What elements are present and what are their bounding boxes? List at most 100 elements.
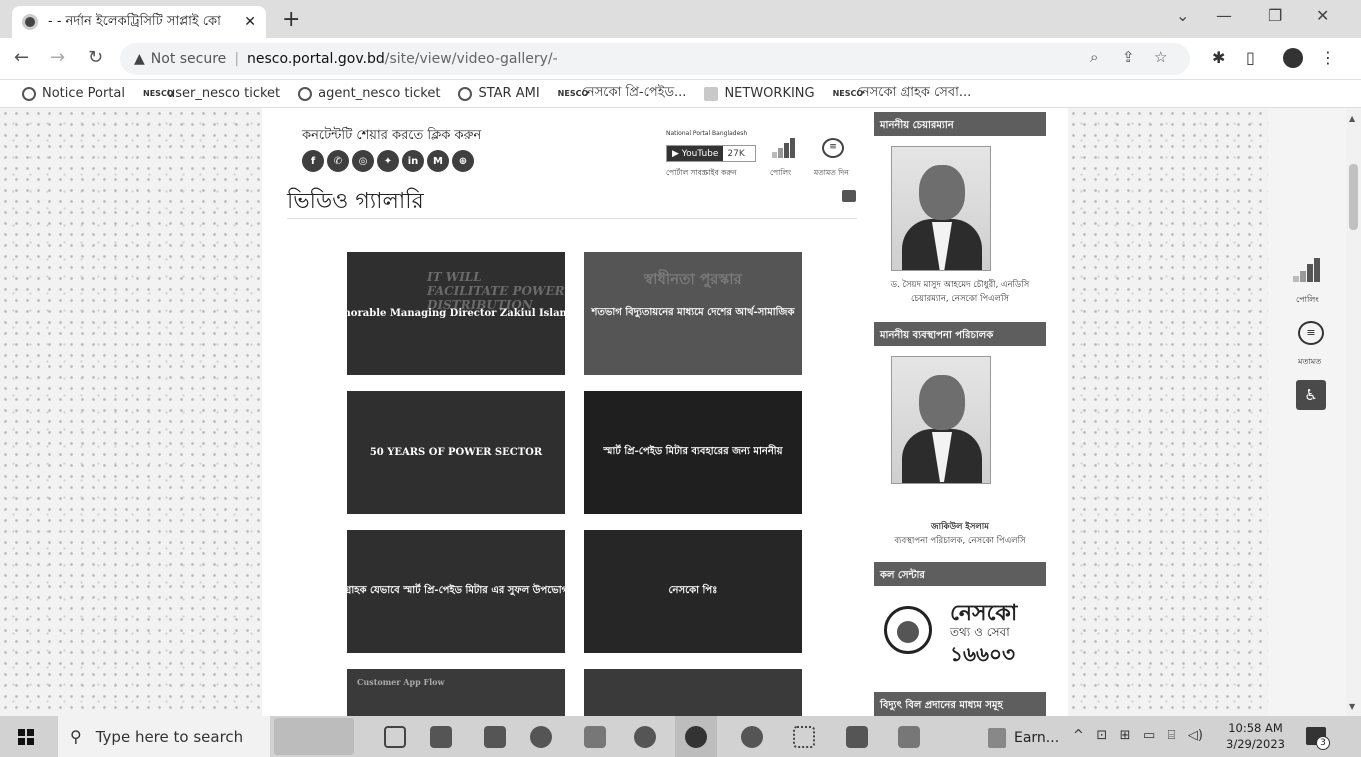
url-path: /site/view/video-gallery/- <box>384 51 558 67</box>
portal-subscribe-label[interactable]: পোর্টাল সাবস্ক্রাইব করুন <box>666 168 737 180</box>
taskbar-clock[interactable]: 10:58 AM 3/29/2023 <box>1226 720 1285 752</box>
close-window-icon[interactable]: ✕ <box>1316 6 1329 25</box>
video-thumbnail[interactable]: নেসকো পিঃ <box>584 530 802 653</box>
bookmark-star-ami[interactable]: STAR AMI <box>458 86 540 101</box>
notes-app-icon[interactable] <box>898 726 920 748</box>
restore-icon[interactable]: ❐ <box>1268 6 1282 25</box>
md-photo <box>891 356 991 484</box>
bookmark-user-nesco-ticket[interactable]: NESCO user_nesco ticket <box>143 86 280 101</box>
share-icon[interactable]: ⊕ <box>452 150 474 172</box>
facebook-icon[interactable]: f <box>302 150 324 172</box>
tab-strip: - - নর্দান ইলেকট্রিসিটি সাপ্লাই কো ✕ + ⌄… <box>0 0 1361 38</box>
chairman-heading: মাননীয় চেয়ারম্যান <box>874 112 1046 136</box>
scroll-up-arrow-icon[interactable]: ▲ <box>1349 114 1355 123</box>
tray-app-icon[interactable]: ⊡ <box>1096 728 1107 743</box>
bookmark-nesco-prepaid[interactable]: NESCO নেসকো প্রি-পেইড... <box>558 83 687 104</box>
chrome-browser-icon[interactable] <box>685 726 707 748</box>
video-thumbnail[interactable]: Customer App Flow <box>347 669 565 716</box>
feedback-label[interactable]: মতামত দিন <box>814 168 849 180</box>
side-panel-icon[interactable]: ▯ <box>1246 48 1255 67</box>
email-icon[interactable]: M <box>427 150 449 172</box>
messenger-icon[interactable]: ✆ <box>327 150 349 172</box>
bookmark-label: NETWORKING <box>724 86 815 101</box>
clock-time: 10:58 AM <box>1228 721 1283 735</box>
mail-icon[interactable] <box>484 726 506 748</box>
tab-search-chevron-icon[interactable]: ⌄ <box>1176 6 1189 25</box>
browser-tab-active[interactable]: - - নর্দান ইলেকট্রিসিটি সাপ্লাই কো ✕ <box>12 6 266 38</box>
video-thumbnail[interactable] <box>584 669 802 716</box>
bookmark-label: agent_nesco ticket <box>318 86 441 101</box>
video-thumbnail[interactable]: 50 YEARS OF POWER SECTOR <box>347 391 565 514</box>
url-omnibox[interactable]: ▲ Not secure | nesco.portal.gov.bd /site… <box>120 43 1190 75</box>
poll-label[interactable]: পোলিং <box>770 168 791 180</box>
tab-close-icon[interactable]: ✕ <box>244 14 256 30</box>
call-center-banner[interactable]: নেসকো তথ্য ও সেবা ১৬৬০৩ <box>884 596 1044 666</box>
nesco-logo-icon: NESCO <box>143 88 174 98</box>
floating-poll-icon[interactable] <box>1293 258 1321 282</box>
youtube-subscribe-button[interactable]: ▶ YouTube 27K <box>666 145 756 162</box>
profile-avatar-icon[interactable] <box>1283 48 1303 68</box>
zoom-icon[interactable]: ⌕ <box>1090 48 1098 66</box>
reload-icon[interactable]: ↻ <box>88 47 103 68</box>
snipping-tool-icon[interactable] <box>584 726 606 748</box>
firefox-icon[interactable] <box>741 726 763 748</box>
back-arrow-icon[interactable]: ← <box>14 47 29 68</box>
system-tray[interactable]: ^ ⊡ ⊞ ▭ ⌸ ◁) <box>1073 728 1203 743</box>
bookmark-notice-portal[interactable]: Notice Portal <box>22 86 125 101</box>
warning-triangle-icon[interactable]: ▲ <box>134 51 145 67</box>
video-caption: নেসকো পিঃ <box>668 585 718 596</box>
nesco-logo-icon: NESCO <box>832 88 864 98</box>
loading-app-icon[interactable] <box>793 726 815 748</box>
whatsapp-icon[interactable]: ◎ <box>352 150 374 172</box>
new-tab-button[interactable]: + <box>282 7 300 32</box>
video-thumbnail[interactable]: গ্রাহক যেভাবে স্মার্ট প্রি-পেইড মিটার এর… <box>347 530 565 653</box>
forward-arrow-icon[interactable]: → <box>50 47 65 68</box>
share-label: কনটেন্টটি শেয়ার করতে ক্লিক করুন <box>302 128 482 143</box>
bookmark-nesco-customer-service[interactable]: NESCO নেসকো গ্রাহক সেবা... <box>833 83 972 104</box>
clock-date: 3/29/2023 <box>1226 737 1285 751</box>
bookmark-label: STAR AMI <box>478 86 540 101</box>
battery-icon[interactable]: ▭ <box>1143 728 1155 743</box>
task-view-icon[interactable] <box>384 726 406 748</box>
bookmark-label: Notice Portal <box>42 86 126 101</box>
zoom-app-icon[interactable] <box>530 726 552 748</box>
extensions-puzzle-icon[interactable]: ✱ <box>1212 48 1225 67</box>
video-thumbnail[interactable]: IT WILL FACILITATE POWER DISTRIBUTION Ho… <box>347 252 565 375</box>
minimize-icon[interactable]: — <box>1216 6 1232 25</box>
twitter-icon[interactable]: ✦ <box>377 150 399 172</box>
share-page-icon[interactable]: ⇪ <box>1122 48 1135 66</box>
edge-browser-icon[interactable] <box>634 726 656 748</box>
volume-icon[interactable]: ◁) <box>1188 728 1203 743</box>
taskbar-earn-window[interactable]: Earn... <box>988 728 1059 748</box>
file-explorer-icon[interactable] <box>430 726 452 748</box>
video-thumbnail[interactable]: স্মার্ট প্রি-পেইড মিটার ব্যবহারের জন্য ম… <box>584 391 802 514</box>
feedback-chat-icon[interactable]: ≡ <box>822 138 844 158</box>
bookmark-agent-nesco-ticket[interactable]: agent_nesco ticket <box>298 86 440 101</box>
scrollbar-thumb[interactable] <box>1349 164 1358 230</box>
bookmark-star-icon[interactable]: ☆ <box>1154 48 1167 66</box>
scroll-down-arrow-icon[interactable]: ▼ <box>1349 702 1355 711</box>
browser-menu-kebab-icon[interactable]: ⋮ <box>1320 48 1336 67</box>
poll-bars-icon[interactable] <box>772 138 796 158</box>
page-scrollbar[interactable]: ▲ ▼ <box>1346 108 1361 716</box>
globe-icon <box>458 86 473 101</box>
taskbar-search-box[interactable]: ⚲ Type here to search <box>58 716 270 757</box>
bookmark-networking[interactable]: NETWORKING <box>704 86 815 101</box>
youtube-icon: ▶ YouTube <box>667 146 724 161</box>
floating-poll-label[interactable]: পোলিং <box>1296 294 1319 307</box>
earn-window-label: Earn... <box>1014 730 1060 746</box>
search-highlight-image[interactable] <box>274 718 354 755</box>
floating-feedback-label[interactable]: মতামত <box>1298 356 1321 369</box>
windows-start-icon[interactable] <box>18 729 34 745</box>
word-icon[interactable] <box>846 726 868 748</box>
tray-app-icon[interactable]: ⊞ <box>1120 728 1131 743</box>
folder-icon <box>704 86 719 101</box>
linkedin-icon[interactable]: in <box>402 150 424 172</box>
network-icon[interactable]: ⌸ <box>1168 728 1176 743</box>
floating-feedback-icon[interactable]: ≡ <box>1298 321 1324 345</box>
print-icon[interactable] <box>842 190 856 202</box>
accessibility-icon[interactable]: ♿ <box>1296 380 1326 410</box>
video-thumbnail[interactable]: স্বাধীনতা পুরস্কার শতভাগ বিদ্যুতায়নের ম… <box>584 252 802 375</box>
tray-chevron-icon[interactable]: ^ <box>1073 728 1084 743</box>
bill-payment-heading: বিদ্যুৎ বিল প্রদানের মাধ্যম সমূহ <box>874 692 1046 716</box>
